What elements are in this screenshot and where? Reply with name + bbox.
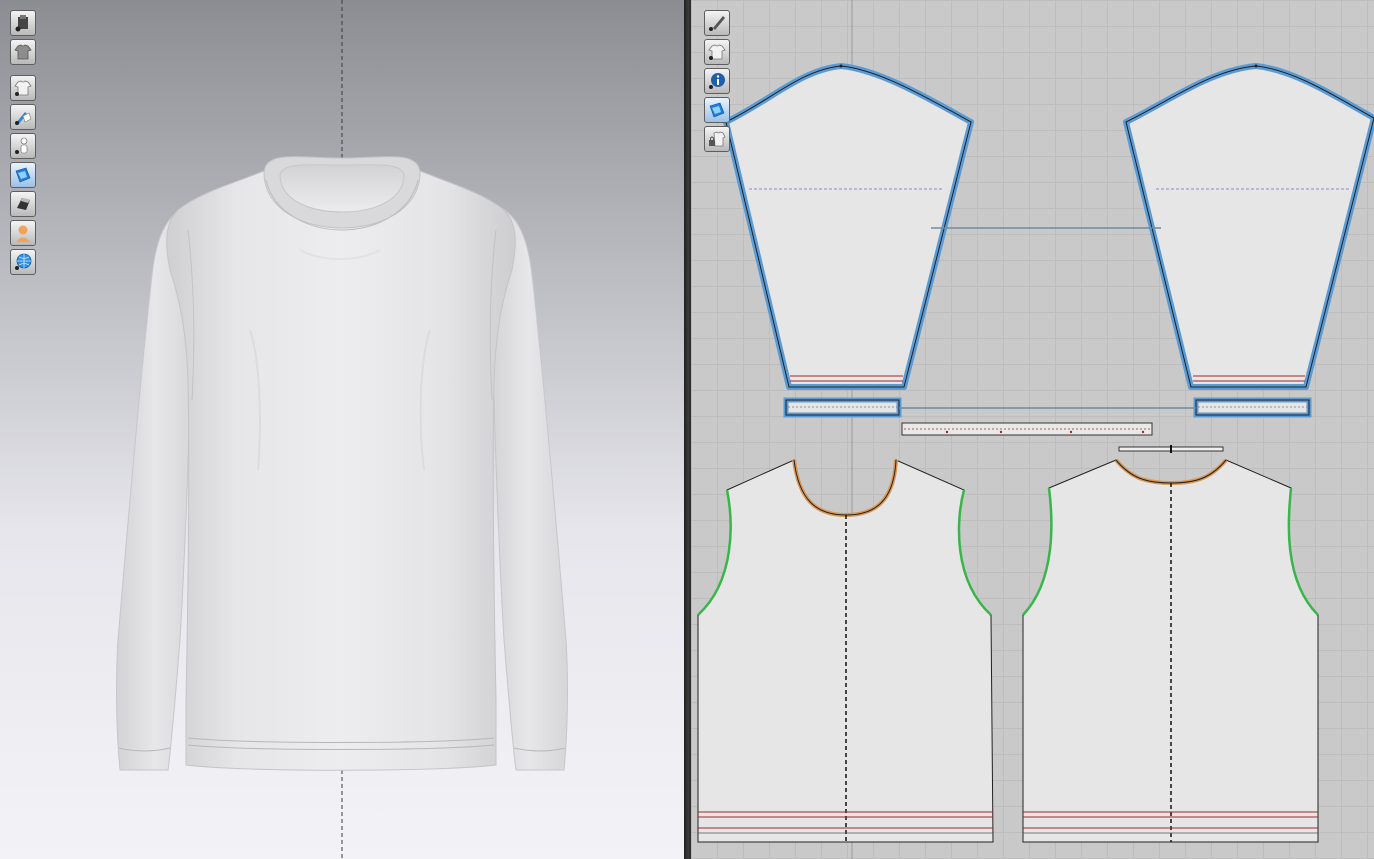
3d-view-toolbar (10, 10, 36, 278)
show-garment-2d-button[interactable] (704, 39, 730, 65)
pattern-left-sleeve[interactable] (723, 63, 974, 390)
avatar-display-icon (15, 137, 28, 154)
environment-globe-button[interactable] (10, 249, 36, 275)
fabric-2d-icon (709, 102, 725, 118)
show-avatar-button[interactable] (10, 10, 36, 36)
2d-view-toolbar (704, 10, 730, 155)
avatar-display-button[interactable] (10, 133, 36, 159)
solid-view-icon (17, 198, 30, 210)
show-pattern-tool-button[interactable] (704, 10, 730, 36)
pattern-info-icon (709, 73, 725, 89)
fabric-render-icon (15, 167, 31, 183)
texture-display-button[interactable] (10, 104, 36, 130)
show-garment-button[interactable] (10, 39, 36, 65)
show-garment-2d-icon (708, 44, 726, 60)
pattern-left-cuff[interactable] (783, 397, 902, 418)
3d-scene (116, 0, 568, 859)
show-avatar-icon (15, 15, 28, 32)
show-pattern-tool-icon (709, 16, 725, 31)
garment-body[interactable] (166, 169, 516, 771)
avatar-skin-button[interactable] (10, 220, 36, 246)
garment-display-icon (14, 80, 32, 96)
show-garment-icon (14, 44, 32, 60)
3d-viewport[interactable] (0, 0, 684, 859)
avatar-skin-icon (16, 225, 30, 242)
pattern-neck-rib-band[interactable] (901, 422, 1153, 436)
pattern-back-body[interactable] (1022, 458, 1319, 843)
2d-pattern-viewport[interactable] (691, 0, 1374, 859)
texture-display-icon (15, 112, 32, 125)
pattern-info-button[interactable] (704, 68, 730, 94)
environment-globe-icon (15, 253, 32, 270)
pattern-neck-rib-band-back[interactable] (1118, 445, 1224, 453)
fabric-2d-button[interactable] (704, 97, 730, 123)
lock-pattern-button[interactable] (704, 126, 730, 152)
viewport-divider[interactable] (684, 0, 691, 859)
fabric-render-button[interactable] (10, 162, 36, 188)
garment-display-button[interactable] (10, 75, 36, 101)
pattern-right-sleeve[interactable] (1123, 63, 1374, 390)
2d-pattern-canvas (697, 0, 1374, 859)
solid-view-button[interactable] (10, 191, 36, 217)
pattern-right-cuff[interactable] (1193, 397, 1312, 418)
pattern-front-body[interactable] (697, 459, 994, 843)
lock-pattern-icon (709, 131, 726, 147)
